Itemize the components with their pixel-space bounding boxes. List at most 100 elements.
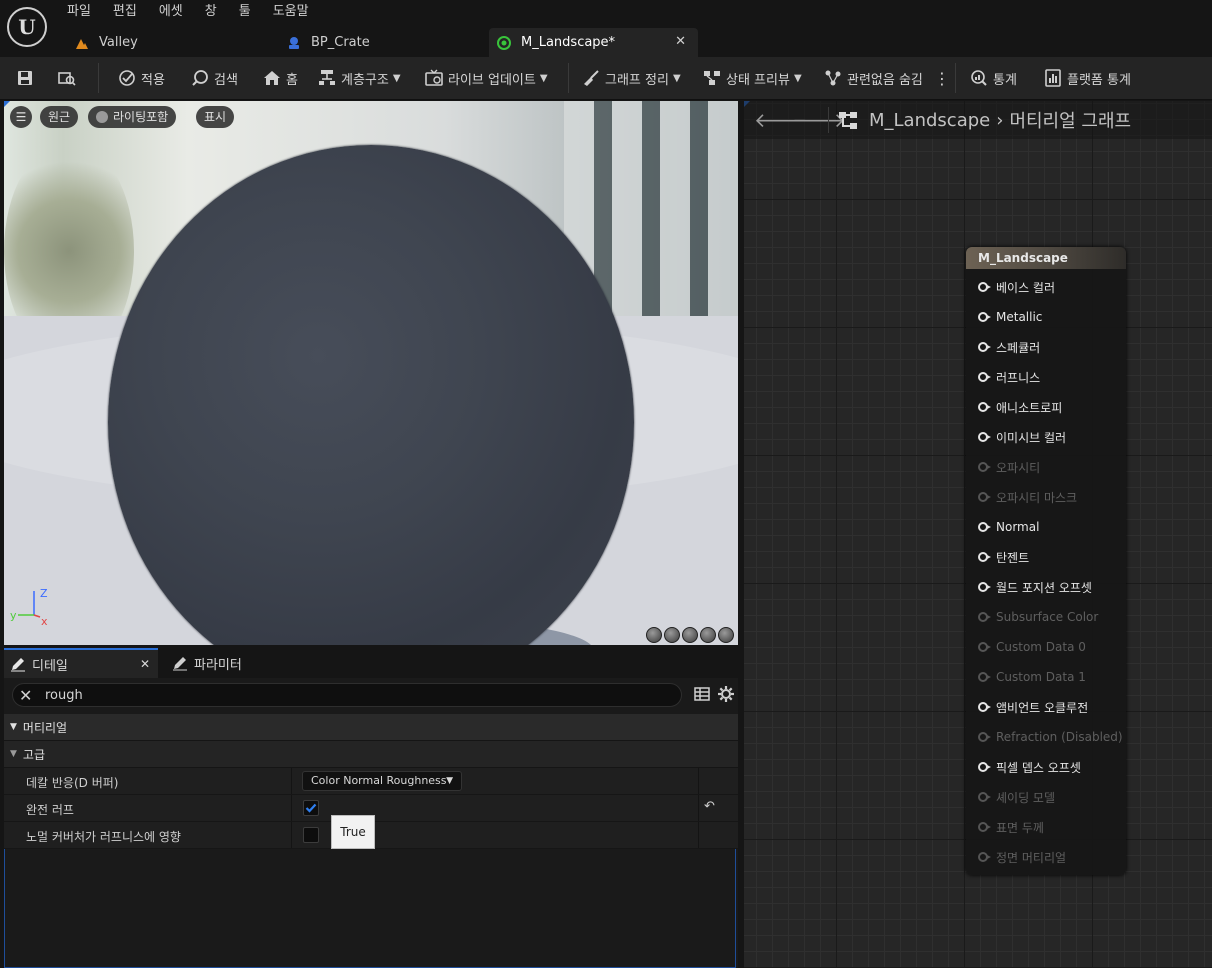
node-input-pin[interactable]: 스페큘러: [978, 337, 1040, 357]
node-input-pin[interactable]: 탄젠트: [978, 547, 1029, 567]
node-input-pin[interactable]: 러프니스: [978, 367, 1040, 387]
node-input-pin[interactable]: 월드 포지션 오프셋: [978, 577, 1092, 597]
pin-connector-icon[interactable]: [978, 792, 991, 802]
pin-connector-icon[interactable]: [978, 762, 991, 772]
save-button[interactable]: [16, 57, 39, 99]
category-material[interactable]: ▼ 머티리얼: [4, 714, 738, 741]
state-preview-button[interactable]: 상태 프리뷰 ▼: [703, 57, 802, 99]
tab-m-landscape[interactable]: M_Landscape* ✕: [489, 28, 698, 57]
pin-connector-icon[interactable]: [978, 282, 991, 292]
node-input-pin[interactable]: Custom Data 0: [978, 637, 1086, 657]
forward-arrow-icon[interactable]: 🡒: [792, 108, 846, 132]
menu-file[interactable]: 파일: [67, 2, 102, 24]
home-button[interactable]: 홈: [263, 57, 298, 99]
perspective-button[interactable]: 원근: [40, 106, 79, 128]
pin-connector-icon[interactable]: [978, 672, 991, 682]
decal-response-dropdown[interactable]: Color Normal Roughness ▼: [302, 771, 462, 791]
custom-mesh-preview-icon[interactable]: [718, 627, 734, 643]
plane-preview-icon[interactable]: [682, 627, 698, 643]
node-input-pin[interactable]: Metallic: [978, 307, 1042, 327]
pin-connector-icon[interactable]: [978, 312, 991, 322]
reset-to-default-icon[interactable]: ↶: [704, 799, 715, 814]
node-input-pin[interactable]: Refraction (Disabled): [978, 727, 1123, 747]
node-input-pin[interactable]: Subsurface Color: [978, 607, 1098, 627]
show-button[interactable]: 표시: [196, 106, 235, 128]
hide-unrelated-button[interactable]: 관련없음 숨김: [824, 57, 923, 99]
normal-curvature-checkbox[interactable]: [303, 827, 319, 843]
apply-button[interactable]: 적용: [118, 57, 165, 99]
column-divider: [291, 768, 292, 794]
pin-connector-icon[interactable]: [978, 612, 991, 622]
cylinder-preview-icon[interactable]: [646, 627, 662, 643]
tab-valley[interactable]: Valley: [67, 28, 267, 57]
clear-search-icon[interactable]: ✕: [19, 686, 32, 705]
pin-connector-icon[interactable]: [978, 642, 991, 652]
tab-details[interactable]: 디테일 ✕: [4, 648, 158, 678]
pin-connector-icon[interactable]: [978, 492, 991, 502]
more-options-button[interactable]: ⋮: [934, 57, 950, 99]
node-input-pin[interactable]: Normal: [978, 517, 1039, 537]
graph-cleanup-button[interactable]: 그래프 정리 ▼: [582, 57, 681, 99]
pin-connector-icon[interactable]: [978, 462, 991, 472]
close-tab-icon[interactable]: ✕: [675, 34, 686, 49]
menu-edit[interactable]: 편집: [102, 2, 148, 24]
toolbar-separator: [955, 63, 956, 93]
menu-asset[interactable]: 에셋: [148, 2, 194, 24]
search-icon: [192, 70, 208, 86]
close-tab-icon[interactable]: ✕: [140, 657, 150, 671]
menu-tools[interactable]: 툴: [228, 2, 262, 24]
pin-connector-icon[interactable]: [978, 582, 991, 592]
node-input-pin[interactable]: 오파시티: [978, 457, 1040, 477]
breadcrumb-chevron-icon: ›: [996, 109, 1004, 131]
material-preview-viewport[interactable]: ☰ 원근 라이팅포함 표시 Z y x: [4, 101, 738, 645]
category-advanced[interactable]: ▼ 고급: [4, 741, 738, 768]
pin-connector-icon[interactable]: [978, 522, 991, 532]
lighting-mode-button[interactable]: 라이팅포함: [88, 106, 177, 128]
tab-parameters[interactable]: 파라미터: [166, 648, 286, 678]
platform-stats-button[interactable]: 플랫폼 통계: [1044, 57, 1131, 99]
node-input-pin[interactable]: 이미시브 컬러: [978, 427, 1066, 447]
unreal-logo-icon[interactable]: U: [7, 7, 47, 47]
pin-connector-icon[interactable]: [978, 702, 991, 712]
node-input-pin[interactable]: Custom Data 1: [978, 667, 1086, 687]
pin-connector-icon[interactable]: [978, 342, 991, 352]
node-input-pin[interactable]: 정면 머티리얼: [978, 847, 1066, 867]
material-graph-canvas[interactable]: 🡐 🡒 M_Landscape › 머티리얼 그래프 M_Landscape 베…: [744, 101, 1212, 968]
node-input-pin[interactable]: 표면 두께: [978, 817, 1044, 837]
cube-preview-icon[interactable]: [700, 627, 716, 643]
pin-connector-icon[interactable]: [978, 552, 991, 562]
material-result-node[interactable]: M_Landscape 베이스 컬러 Metallic 스페큘러 러프니스 애니소트로피…: [966, 247, 1126, 875]
back-arrow-icon[interactable]: 🡐: [754, 108, 808, 132]
breadcrumb-graph[interactable]: 머티리얼 그래프: [1009, 107, 1131, 133]
node-input-pin[interactable]: 픽셀 뎁스 오프셋: [978, 757, 1081, 777]
node-input-pin[interactable]: 셰이딩 모델: [978, 787, 1055, 807]
pin-connector-icon[interactable]: [978, 372, 991, 382]
node-input-pin[interactable]: 애니소트로피: [978, 397, 1062, 417]
hierarchy-button[interactable]: 계층구조 ▼: [318, 57, 401, 99]
live-update-button[interactable]: 라이브 업데이트 ▼: [425, 57, 548, 99]
details-search-input[interactable]: ✕ rough: [12, 683, 682, 707]
node-input-pin[interactable]: 앰비언트 오클루전: [978, 697, 1088, 717]
pin-connector-icon[interactable]: [978, 732, 991, 742]
pin-connector-icon[interactable]: [978, 402, 991, 412]
table-view-icon[interactable]: [694, 686, 710, 702]
gear-icon[interactable]: [717, 685, 735, 703]
axis-y-label: y: [10, 609, 17, 622]
viewport-menu-button[interactable]: ☰: [10, 106, 32, 128]
sphere-preview-icon[interactable]: [664, 627, 680, 643]
menu-window[interactable]: 창: [194, 2, 228, 24]
blueprint-icon: [289, 36, 299, 49]
node-input-pin[interactable]: 베이스 컬러: [978, 277, 1055, 297]
pin-connector-icon[interactable]: [978, 432, 991, 442]
browse-button[interactable]: [58, 57, 81, 99]
pin-connector-icon[interactable]: [978, 852, 991, 862]
pin-connector-icon[interactable]: [978, 822, 991, 832]
breadcrumb-asset[interactable]: M_Landscape: [869, 110, 990, 131]
menu-help[interactable]: 도움말: [262, 2, 320, 24]
tab-bp-crate[interactable]: BP_Crate: [279, 28, 479, 57]
search-button[interactable]: 검색: [191, 57, 238, 99]
node-input-pin[interactable]: 오파시티 마스크: [978, 487, 1077, 507]
fully-rough-checkbox[interactable]: [303, 800, 319, 816]
title-bar: U 파일 편집 에셋 창 툴 도움말 Valley BP_Crate M_Lan…: [0, 0, 1212, 57]
stats-button[interactable]: 통계: [970, 57, 1017, 99]
